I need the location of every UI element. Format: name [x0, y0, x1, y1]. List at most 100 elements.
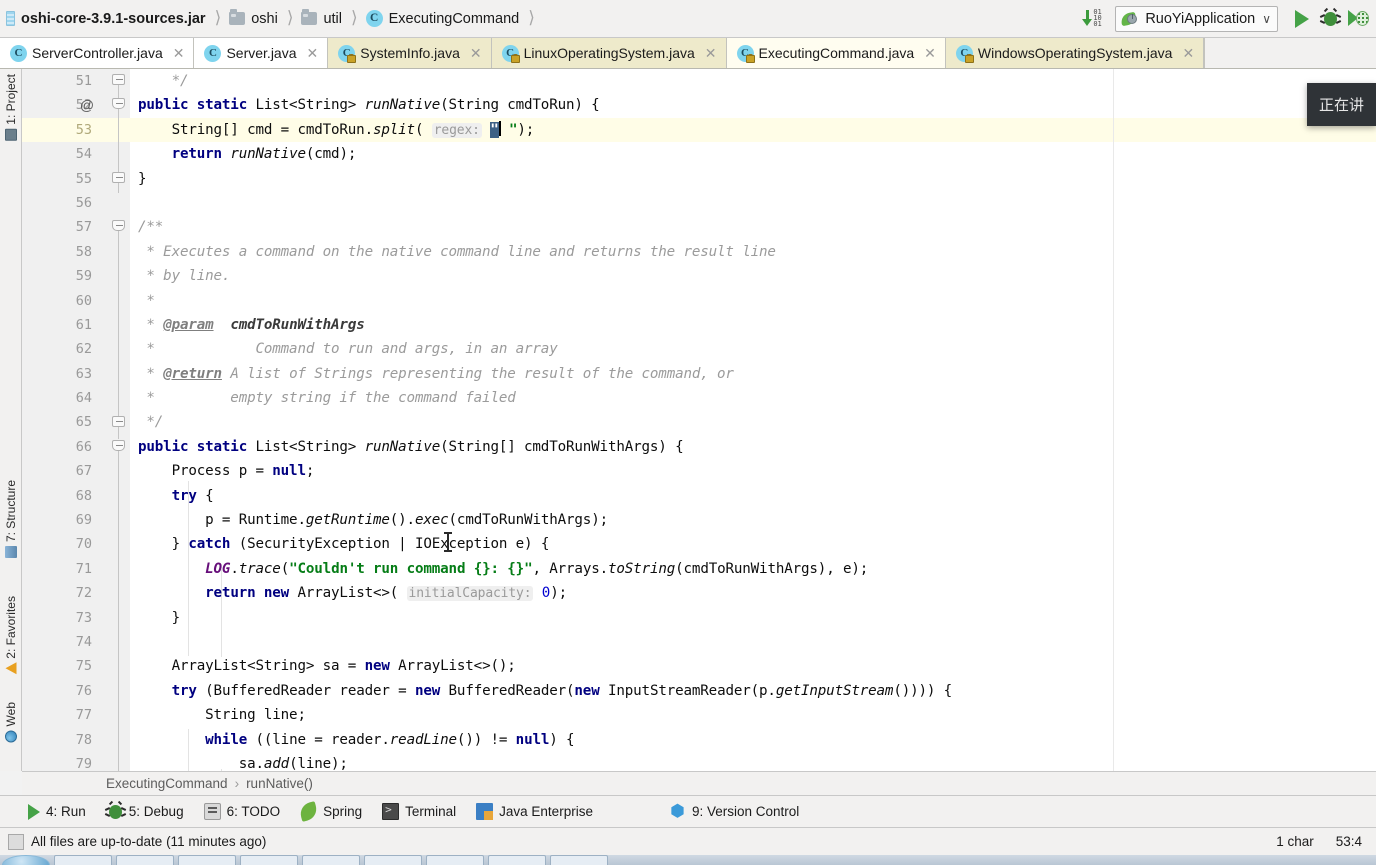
taskbar-item[interactable]	[364, 855, 422, 865]
tool-button-label: Terminal	[405, 804, 457, 819]
code-row: 78 while ((line = reader.readLine()) != …	[22, 728, 1376, 752]
left-tool-window-strip: 1: Project 7: Structure 2: Favorites Web	[0, 69, 22, 771]
code-row: 65 */	[22, 410, 1376, 434]
sidebar-item-label: 1: Project	[4, 74, 18, 125]
sidebar-item-favorites[interactable]: 2: Favorites	[0, 593, 22, 677]
tool-button-terminal[interactable]: Terminal	[382, 803, 456, 820]
status-bar-right: 1 char 53:4	[1276, 834, 1362, 849]
taskbar-item[interactable]	[178, 855, 236, 865]
code-row: 63 * @return A list of Strings represent…	[22, 362, 1376, 386]
line-content: LOG.trace("Couldn't run command {}: {}",…	[205, 560, 869, 577]
taskbar-item[interactable]	[426, 855, 484, 865]
breadcrumb-label: oshi	[251, 10, 278, 27]
breadcrumb-separator-icon: ⟩	[214, 7, 222, 27]
download-bits-icon[interactable]: 01 10 01	[1080, 6, 1106, 32]
line-content: }	[138, 170, 147, 187]
line-number: 60	[75, 292, 92, 309]
sidebar-item-project[interactable]: 1: Project	[0, 71, 22, 144]
code-row: 72 return new ArrayList<>( initialCapaci…	[22, 581, 1376, 605]
line-number: 53	[75, 121, 92, 138]
start-button-icon[interactable]	[2, 855, 50, 865]
breadcrumb-label: oshi-core-3.9.1-sources.jar	[21, 10, 206, 27]
editor-tab-systeminfo[interactable]: C SystemInfo.java ✕	[328, 38, 492, 68]
editor-tab-server[interactable]: C Server.java ✕	[194, 38, 329, 68]
editor-tab-windowsoperatingsystem[interactable]: C WindowsOperatingSystem.java ✕	[945, 38, 1205, 68]
run-button[interactable]	[1288, 4, 1316, 34]
tab-label: SystemInfo.java	[360, 45, 460, 61]
tool-button-debug[interactable]: 5: Debug	[104, 800, 184, 820]
breadcrumb-item-jar[interactable]: oshi-core-3.9.1-sources.jar	[6, 0, 206, 38]
code-row: 61 * @param cmdToRunWithArgs	[22, 313, 1376, 337]
run-configuration-selector[interactable]: RuoYiApplication ∨	[1115, 5, 1278, 32]
version-control-icon: ⬢	[670, 803, 685, 820]
toolbar-actions: 01 10 01 RuoYiApplication ∨	[1080, 0, 1376, 38]
java-enterprise-icon	[476, 803, 494, 820]
close-icon[interactable]: ✕	[922, 45, 938, 62]
breadcrumb-item-class[interactable]: C ExecutingCommand	[365, 0, 519, 38]
jar-icon	[6, 11, 15, 26]
line-content: } catch (SecurityException | IOException…	[138, 536, 550, 553]
editor-tab-servercontroller[interactable]: C ServerController.java ✕	[0, 38, 195, 68]
line-content: try (BufferedReader reader = new Buffere…	[171, 682, 953, 699]
line-number: 67	[75, 463, 92, 480]
line-content: /**	[138, 219, 164, 236]
sidebar-item-structure[interactable]: 7: Structure	[0, 477, 22, 561]
taskbar-item[interactable]	[302, 855, 360, 865]
tool-button-todo[interactable]: 6: TODO	[203, 803, 280, 820]
taskbar-item[interactable]	[550, 855, 608, 865]
run-play-icon	[1295, 9, 1309, 28]
tab-label: WindowsOperatingSystem.java	[977, 45, 1173, 61]
code-row: 55 }	[22, 167, 1376, 191]
close-icon[interactable]: ✕	[468, 45, 484, 62]
line-number: 68	[75, 487, 92, 504]
code-row: 76 try (BufferedReader reader = new Buff…	[22, 679, 1376, 703]
line-number: 57	[75, 219, 92, 236]
breadcrumb-item-util[interactable]: util	[301, 0, 342, 38]
windows-taskbar	[0, 855, 1376, 865]
tool-button-java-enterprise[interactable]: Java Enterprise	[476, 803, 593, 820]
line-number: 77	[75, 707, 92, 724]
notification-tooltip: 正在讲	[1306, 83, 1376, 126]
line-content: * empty string if the command failed	[138, 390, 516, 407]
annotation-gutter-icon[interactable]: @	[76, 93, 98, 117]
line-number: 71	[75, 560, 92, 577]
breadcrumb-item-oshi[interactable]: oshi	[229, 0, 278, 38]
structure-icon	[5, 546, 17, 559]
line-content: public static List<String> runNative(Str…	[138, 97, 600, 114]
line-content: return runNative(cmd);	[171, 146, 357, 163]
taskbar-item[interactable]	[116, 855, 174, 865]
status-message: All files are up-to-date (11 minutes ago…	[31, 834, 267, 849]
tool-button-label: 4: Run	[46, 804, 86, 819]
taskbar-item[interactable]	[54, 855, 112, 865]
close-icon[interactable]: ✕	[1180, 45, 1196, 62]
sidebar-item-web[interactable]: Web	[0, 699, 22, 745]
line-content: * Command to run and args, in an array	[138, 341, 558, 358]
line-number: 64	[75, 390, 92, 407]
code-row: 67 Process p = null;	[22, 459, 1376, 483]
editor-tab-executingcommand[interactable]: C ExecutingCommand.java ✕	[726, 38, 946, 68]
close-icon[interactable]: ✕	[305, 45, 321, 62]
breadcrumb-separator-icon: ⟩	[351, 7, 358, 27]
tool-button-spring[interactable]: Spring	[298, 801, 362, 822]
debug-button[interactable]	[1316, 4, 1344, 34]
tool-button-run[interactable]: 4: Run	[28, 803, 86, 820]
taskbar-item[interactable]	[488, 855, 546, 865]
editor-tab-linuxoperatingsystem[interactable]: C LinuxOperatingSystem.java ✕	[491, 38, 727, 68]
close-icon[interactable]: ✕	[703, 45, 719, 62]
line-number: 62	[75, 341, 92, 358]
run-with-coverage-button[interactable]	[1344, 4, 1372, 34]
line-content: }	[138, 609, 181, 626]
breadcrumb-method[interactable]: runNative()	[246, 776, 313, 791]
tab-label: Server.java	[226, 45, 297, 61]
code-row: 69 p = Runtime.getRuntime().exec(cmdToRu…	[22, 508, 1376, 532]
main-toolbar: oshi-core-3.9.1-sources.jar ⟩ oshi ⟩ uti…	[0, 0, 1376, 38]
code-editor[interactable]: 51 */ 52 @ public static List<String> ru…	[22, 69, 1376, 771]
tooltip-text: 正在讲	[1318, 97, 1364, 114]
breadcrumb-class[interactable]: ExecutingCommand	[106, 776, 228, 791]
close-icon[interactable]: ✕	[171, 45, 187, 62]
tool-button-version-control[interactable]: ⬢ 9: Version Control	[669, 803, 799, 820]
code-row: 57 /**	[22, 215, 1376, 239]
code-row: 68 try {	[22, 484, 1376, 508]
taskbar-item[interactable]	[240, 855, 298, 865]
status-caret-position[interactable]: 53:4	[1336, 834, 1362, 849]
